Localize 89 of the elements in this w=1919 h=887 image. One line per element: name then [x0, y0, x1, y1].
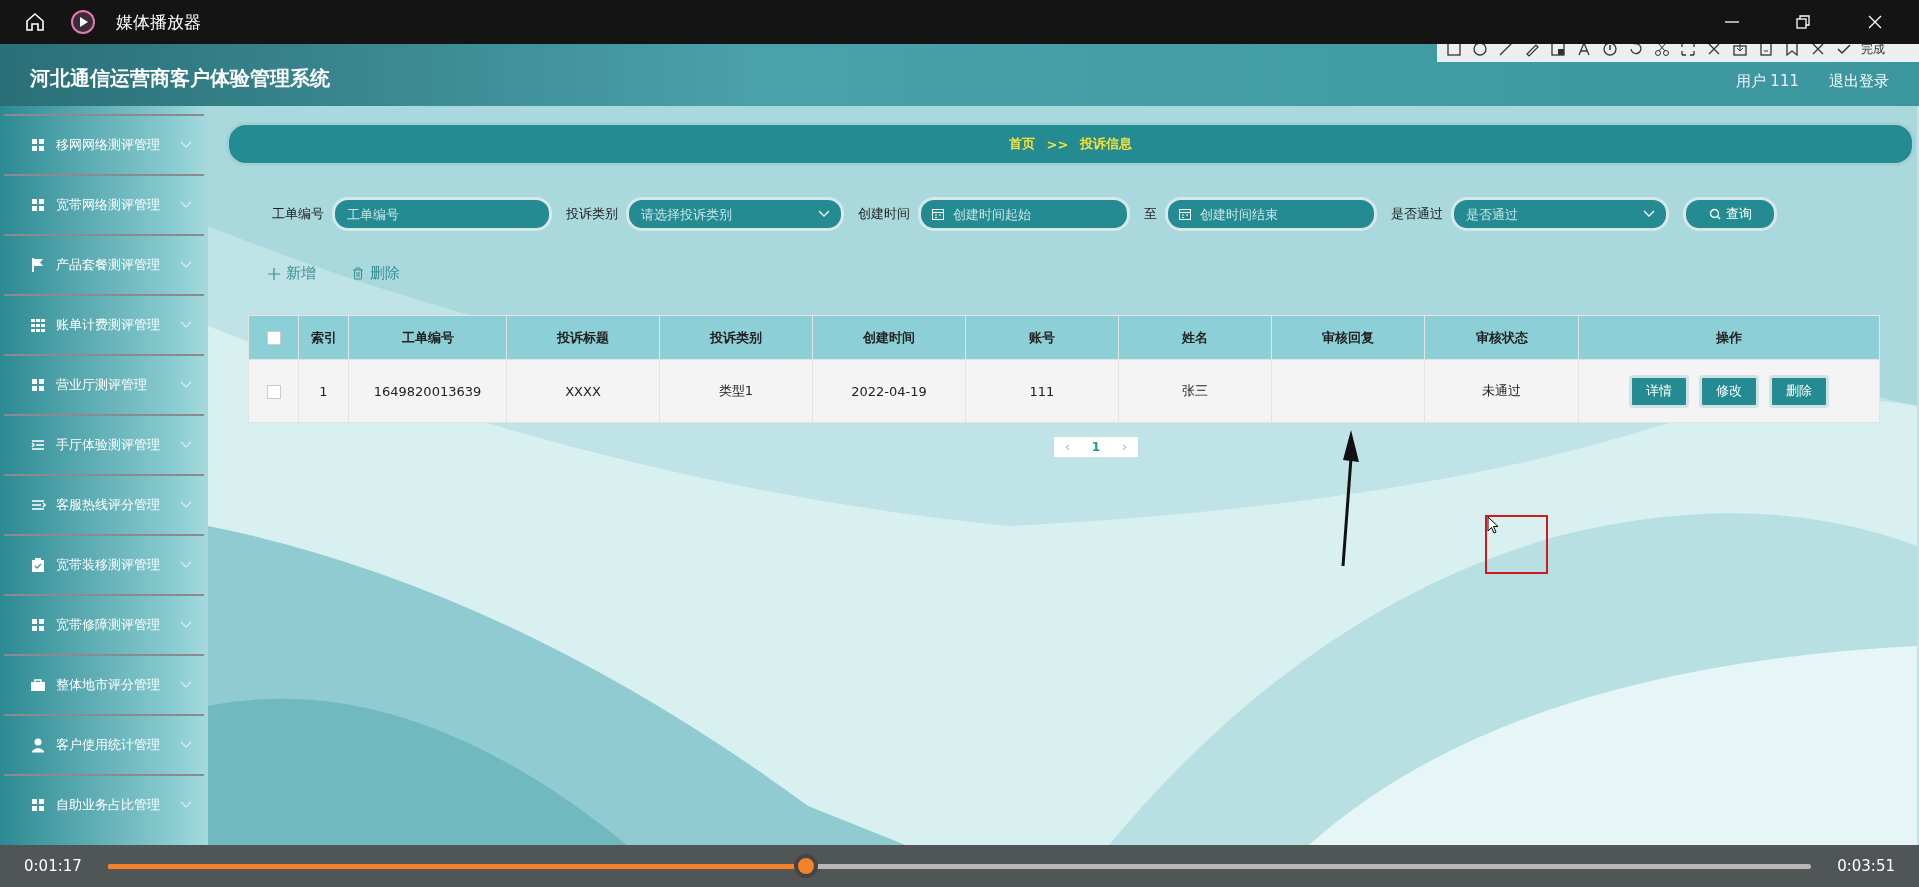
- minimize-icon: [1725, 21, 1739, 23]
- sidebar-item[interactable]: 移网网络测评管理: [4, 114, 204, 174]
- column-header: 投诉标题: [506, 315, 660, 360]
- column-header: 投诉类别: [659, 315, 813, 360]
- clipboard-icon: [30, 557, 46, 573]
- input-field[interactable]: 工单编号: [332, 197, 552, 231]
- app-title: 河北通信运营商客户体验管理系统: [30, 64, 330, 92]
- trash-icon: [352, 267, 364, 280]
- select-field[interactable]: 是否通过: [1451, 197, 1669, 231]
- elapsed-time: 0:01:17: [24, 857, 82, 875]
- chevron-down-icon: [818, 210, 830, 218]
- cursor-icon: [1487, 516, 1499, 534]
- next-page[interactable]: ›: [1122, 440, 1127, 454]
- delete-button[interactable]: 删除: [352, 264, 400, 283]
- checkbox[interactable]: [266, 331, 281, 346]
- delete-button[interactable]: 删除: [1769, 374, 1829, 408]
- column-header: 工单编号: [348, 315, 507, 360]
- sidebar-item[interactable]: 整体地市评分管理: [4, 654, 204, 714]
- filter-label: 工单编号: [272, 205, 324, 223]
- table-cell: XXXX: [565, 383, 601, 399]
- select-field[interactable]: 请选择投诉类别: [626, 197, 844, 231]
- page-number[interactable]: 1: [1091, 440, 1101, 454]
- column-header: 创建时间: [812, 315, 966, 360]
- details-button[interactable]: 详情: [1629, 374, 1689, 408]
- table-cell: 111: [1029, 383, 1055, 399]
- sidebar-item[interactable]: 自助业务占比管理: [4, 774, 204, 834]
- column-header: 操作: [1578, 315, 1880, 360]
- seek-slider[interactable]: [107, 854, 1812, 878]
- breadcrumb-item[interactable]: 投诉信息: [1080, 135, 1133, 153]
- sidebar-item[interactable]: 产品套餐测评管理: [4, 234, 204, 294]
- duration-time: 0:03:51: [1837, 857, 1895, 875]
- sidebar-item[interactable]: 客户使用统计管理: [4, 714, 204, 774]
- add-button[interactable]: 新增: [268, 264, 316, 283]
- sidebar-item[interactable]: 宽带网络测评管理: [4, 174, 204, 234]
- calendar-icon: [931, 207, 945, 221]
- grid-icon: [30, 617, 46, 633]
- table-cell: 1649820013639: [373, 383, 482, 399]
- logout-link[interactable]: 退出登录: [1829, 71, 1889, 91]
- column-header: 索引: [298, 315, 349, 360]
- sidebar-item[interactable]: 营业厅测评管理: [4, 354, 204, 414]
- date-field[interactable]: 创建时间起始: [918, 197, 1130, 231]
- breadcrumb-item[interactable]: 首页: [1008, 135, 1035, 153]
- column-header: 账号: [965, 315, 1119, 360]
- calendar-icon: [1178, 207, 1192, 221]
- sidebar-item[interactable]: 手厅体验测评管理: [4, 414, 204, 474]
- list-icon: [30, 497, 46, 513]
- done-label[interactable]: 完成: [1861, 40, 1885, 58]
- search-icon: [1708, 208, 1721, 220]
- table-cell: 未通过: [1482, 383, 1521, 398]
- previous-page[interactable]: ‹: [1065, 440, 1070, 454]
- window-title: 媒体播放器: [116, 10, 201, 34]
- indent-icon: [30, 437, 46, 453]
- slider-thumb[interactable]: [794, 854, 819, 878]
- grid-icon: [30, 797, 46, 813]
- filter-label: 至: [1144, 205, 1157, 223]
- chevron-down-icon: [1643, 210, 1655, 218]
- home-icon: [24, 11, 46, 33]
- sidebar-item[interactable]: 宽带修障测评管理: [4, 594, 204, 654]
- table-cell: 2022-04-19: [851, 383, 927, 399]
- sidebar-item[interactable]: 账单计费测评管理: [4, 294, 204, 354]
- person-icon: [30, 737, 46, 753]
- restore-icon: [1795, 14, 1811, 30]
- filter-label: 创建时间: [858, 205, 910, 223]
- sidebar-item[interactable]: 宽带装移测评管理: [4, 534, 204, 594]
- edit-button[interactable]: 修改: [1699, 374, 1759, 408]
- table-cell: 类型1: [718, 383, 754, 398]
- grid-icon: [30, 197, 46, 213]
- grid-icon: [30, 377, 46, 393]
- date-field[interactable]: 创建时间结束: [1165, 197, 1377, 231]
- table-cell: 张三: [1182, 383, 1208, 398]
- user-name: 用户 111: [1735, 71, 1799, 91]
- column-header: 审核回复: [1271, 315, 1425, 360]
- play-icon: [70, 9, 96, 35]
- highlight-rectangle: [1485, 515, 1548, 574]
- filter-label: 投诉类别: [566, 205, 618, 223]
- column-header: 姓名: [1118, 315, 1272, 360]
- table-cell: 1: [319, 383, 328, 399]
- plus-icon: [268, 267, 280, 280]
- filter-label: 是否通过: [1391, 205, 1443, 223]
- briefcase-icon: [30, 677, 46, 693]
- search-button[interactable]: 查询: [1683, 197, 1777, 231]
- checkbox[interactable]: [266, 384, 281, 399]
- breadcrumb-separator: >>: [1046, 136, 1069, 152]
- column-header: 审核状态: [1424, 315, 1579, 360]
- grid-icon: [30, 137, 46, 153]
- sidebar-item[interactable]: 客服热线评分管理: [4, 474, 204, 534]
- apps-icon: [30, 317, 46, 333]
- flag-icon: [30, 257, 46, 273]
- close-icon: [1867, 14, 1883, 30]
